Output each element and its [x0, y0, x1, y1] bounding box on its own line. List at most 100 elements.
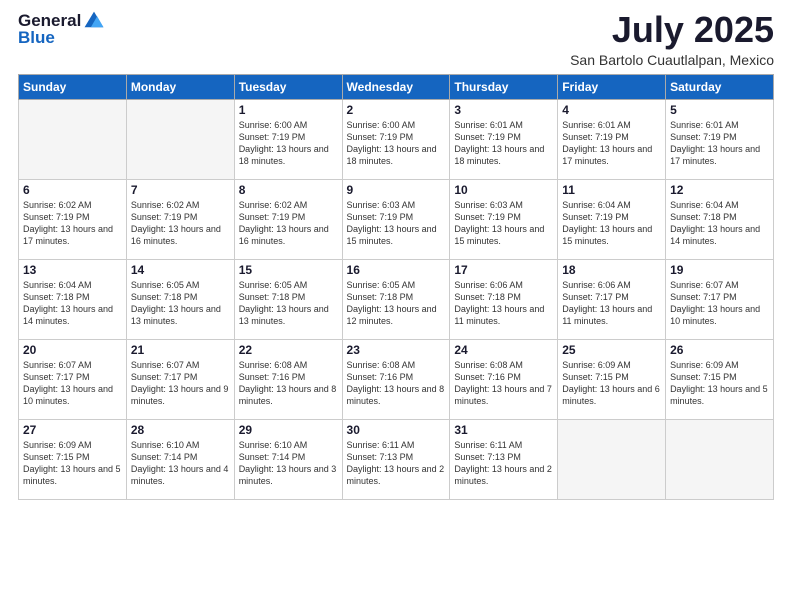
- table-row: 21Sunrise: 6:07 AM Sunset: 7:17 PM Dayli…: [126, 339, 234, 419]
- table-row: 26Sunrise: 6:09 AM Sunset: 7:15 PM Dayli…: [666, 339, 774, 419]
- day-info: Sunrise: 6:02 AM Sunset: 7:19 PM Dayligh…: [23, 199, 122, 248]
- day-number: 26: [670, 343, 769, 357]
- day-info: Sunrise: 6:01 AM Sunset: 7:19 PM Dayligh…: [670, 119, 769, 168]
- day-info: Sunrise: 6:11 AM Sunset: 7:13 PM Dayligh…: [454, 439, 553, 488]
- day-number: 2: [347, 103, 446, 117]
- title-block: July 2025 San Bartolo Cuautlalpan, Mexic…: [570, 10, 774, 68]
- day-info: Sunrise: 6:10 AM Sunset: 7:14 PM Dayligh…: [131, 439, 230, 488]
- day-info: Sunrise: 6:01 AM Sunset: 7:19 PM Dayligh…: [562, 119, 661, 168]
- day-info: Sunrise: 6:08 AM Sunset: 7:16 PM Dayligh…: [454, 359, 553, 408]
- day-info: Sunrise: 6:03 AM Sunset: 7:19 PM Dayligh…: [347, 199, 446, 248]
- page: General Blue July 2025 San Bartolo Cuaut…: [0, 0, 792, 612]
- day-info: Sunrise: 6:07 AM Sunset: 7:17 PM Dayligh…: [23, 359, 122, 408]
- table-row: 1 Sunrise: 6:00 AM Sunset: 7:19 PM Daylig…: [234, 99, 342, 179]
- day-number: 19: [670, 263, 769, 277]
- day-info: Sunrise: 6:02 AM Sunset: 7:19 PM Dayligh…: [131, 199, 230, 248]
- day-number: 3: [454, 103, 553, 117]
- logo: General Blue: [18, 10, 105, 48]
- logo-icon: [83, 10, 105, 32]
- day-number: 12: [670, 183, 769, 197]
- day-number: 29: [239, 423, 338, 437]
- table-row: 2Sunrise: 6:00 AM Sunset: 7:19 PM Daylig…: [342, 99, 450, 179]
- day-number: 30: [347, 423, 446, 437]
- day-number: 7: [131, 183, 230, 197]
- table-row: 24 Sunrise: 6:08 AM Sunset: 7:16 PM Dayli…: [450, 339, 558, 419]
- day-info: Sunrise: 6:04 AM Sunset: 7:19 PM Dayligh…: [562, 199, 661, 248]
- table-row: 18Sunrise: 6:06 AM Sunset: 7:17 PM Dayli…: [558, 259, 666, 339]
- day-info: Sunrise: 6:04 AM Sunset: 7:18 PM Dayligh…: [670, 199, 769, 248]
- day-number: 21: [131, 343, 230, 357]
- table-row: 9 Sunrise: 6:03 AM Sunset: 7:19 PM Daylig…: [342, 179, 450, 259]
- day-info: Sunrise: 6:06 AM Sunset: 7:18 PM Dayligh…: [454, 279, 553, 328]
- table-row: 12 Sunrise: 6:04 AM Sunset: 7:18 PM Dayli…: [666, 179, 774, 259]
- table-row: 8Sunrise: 6:02 AM Sunset: 7:19 PM Daylig…: [234, 179, 342, 259]
- table-row: 13 Sunrise: 6:04 AM Sunset: 7:18 PM Dayli…: [19, 259, 127, 339]
- day-number: 9: [347, 183, 446, 197]
- table-row: 17 Sunrise: 6:06 AM Sunset: 7:18 PM Dayli…: [450, 259, 558, 339]
- day-info: Sunrise: 6:04 AM Sunset: 7:18 PM Dayligh…: [23, 279, 122, 328]
- col-saturday: Saturday: [666, 74, 774, 99]
- day-info: Sunrise: 6:10 AM Sunset: 7:14 PM Dayligh…: [239, 439, 338, 488]
- table-row: [19, 99, 127, 179]
- table-row: 23 Sunrise: 6:08 AM Sunset: 7:16 PM Dayli…: [342, 339, 450, 419]
- day-info: Sunrise: 6:01 AM Sunset: 7:19 PM Dayligh…: [454, 119, 553, 168]
- day-number: 16: [347, 263, 446, 277]
- day-number: 11: [562, 183, 661, 197]
- day-number: 25: [562, 343, 661, 357]
- calendar-week-row: 27Sunrise: 6:09 AM Sunset: 7:15 PM Dayli…: [19, 419, 774, 499]
- table-row: 15 Sunrise: 6:05 AM Sunset: 7:18 PM Dayli…: [234, 259, 342, 339]
- day-number: 23: [347, 343, 446, 357]
- calendar-header-row: Sunday Monday Tuesday Wednesday Thursday…: [19, 74, 774, 99]
- day-number: 14: [131, 263, 230, 277]
- day-info: Sunrise: 6:08 AM Sunset: 7:16 PM Dayligh…: [347, 359, 446, 408]
- table-row: 27Sunrise: 6:09 AM Sunset: 7:15 PM Dayli…: [19, 419, 127, 499]
- day-info: Sunrise: 6:03 AM Sunset: 7:19 PM Dayligh…: [454, 199, 553, 248]
- day-number: 4: [562, 103, 661, 117]
- header: General Blue July 2025 San Bartolo Cuaut…: [18, 10, 774, 68]
- table-row: [126, 99, 234, 179]
- day-number: 15: [239, 263, 338, 277]
- table-row: 7 Sunrise: 6:02 AM Sunset: 7:19 PM Daylig…: [126, 179, 234, 259]
- day-info: Sunrise: 6:07 AM Sunset: 7:17 PM Dayligh…: [670, 279, 769, 328]
- table-row: 10Sunrise: 6:03 AM Sunset: 7:19 PM Dayli…: [450, 179, 558, 259]
- table-row: 16 Sunrise: 6:05 AM Sunset: 7:18 PM Dayli…: [342, 259, 450, 339]
- day-info: Sunrise: 6:08 AM Sunset: 7:16 PM Dayligh…: [239, 359, 338, 408]
- day-info: Sunrise: 6:05 AM Sunset: 7:18 PM Dayligh…: [347, 279, 446, 328]
- day-number: 31: [454, 423, 553, 437]
- day-number: 24: [454, 343, 553, 357]
- day-number: 28: [131, 423, 230, 437]
- day-info: Sunrise: 6:11 AM Sunset: 7:13 PM Dayligh…: [347, 439, 446, 488]
- col-wednesday: Wednesday: [342, 74, 450, 99]
- day-number: 6: [23, 183, 122, 197]
- day-number: 27: [23, 423, 122, 437]
- table-row: 28 Sunrise: 6:10 AM Sunset: 7:14 PM Dayli…: [126, 419, 234, 499]
- table-row: 6 Sunrise: 6:02 AM Sunset: 7:19 PM Daylig…: [19, 179, 127, 259]
- day-number: 1: [239, 103, 338, 117]
- table-row: [558, 419, 666, 499]
- day-info: Sunrise: 6:00 AM Sunset: 7:19 PM Dayligh…: [239, 119, 338, 168]
- day-info: Sunrise: 6:05 AM Sunset: 7:18 PM Dayligh…: [239, 279, 338, 328]
- day-number: 20: [23, 343, 122, 357]
- location: San Bartolo Cuautlalpan, Mexico: [570, 52, 774, 68]
- calendar-week-row: 6 Sunrise: 6:02 AM Sunset: 7:19 PM Daylig…: [19, 179, 774, 259]
- day-number: 22: [239, 343, 338, 357]
- day-info: Sunrise: 6:06 AM Sunset: 7:17 PM Dayligh…: [562, 279, 661, 328]
- day-number: 13: [23, 263, 122, 277]
- table-row: 30 Sunrise: 6:11 AM Sunset: 7:13 PM Dayli…: [342, 419, 450, 499]
- table-row: 5Sunrise: 6:01 AM Sunset: 7:19 PM Daylig…: [666, 99, 774, 179]
- table-row: 29 Sunrise: 6:10 AM Sunset: 7:14 PM Dayli…: [234, 419, 342, 499]
- table-row: 20 Sunrise: 6:07 AM Sunset: 7:17 PM Dayli…: [19, 339, 127, 419]
- calendar-table: Sunday Monday Tuesday Wednesday Thursday…: [18, 74, 774, 500]
- table-row: 14Sunrise: 6:05 AM Sunset: 7:18 PM Dayli…: [126, 259, 234, 339]
- table-row: 31 Sunrise: 6:11 AM Sunset: 7:13 PM Dayli…: [450, 419, 558, 499]
- logo-blue-text: Blue: [18, 28, 55, 48]
- table-row: 4 Sunrise: 6:01 AM Sunset: 7:19 PM Daylig…: [558, 99, 666, 179]
- table-row: 19 Sunrise: 6:07 AM Sunset: 7:17 PM Dayli…: [666, 259, 774, 339]
- month-year: July 2025: [570, 10, 774, 50]
- table-row: 3 Sunrise: 6:01 AM Sunset: 7:19 PM Daylig…: [450, 99, 558, 179]
- calendar-week-row: 13 Sunrise: 6:04 AM Sunset: 7:18 PM Dayli…: [19, 259, 774, 339]
- table-row: 11 Sunrise: 6:04 AM Sunset: 7:19 PM Dayli…: [558, 179, 666, 259]
- day-number: 17: [454, 263, 553, 277]
- table-row: 22 Sunrise: 6:08 AM Sunset: 7:16 PM Dayli…: [234, 339, 342, 419]
- calendar-week-row: 1 Sunrise: 6:00 AM Sunset: 7:19 PM Daylig…: [19, 99, 774, 179]
